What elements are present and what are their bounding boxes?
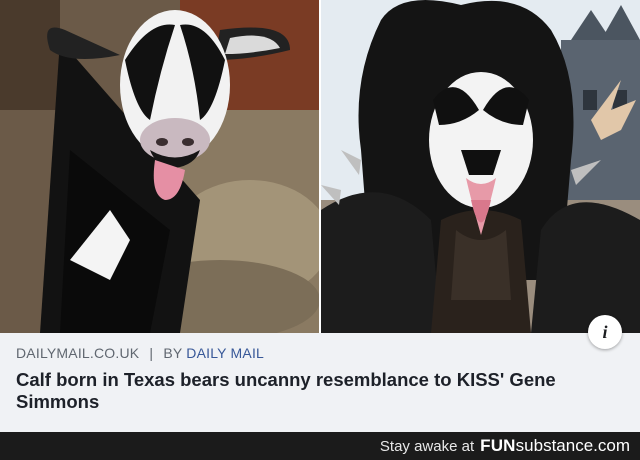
meta-separator: |: [149, 345, 154, 361]
watermark-bar: Stay awake at FUN substance.com: [0, 432, 640, 460]
gene-simmons-illustration: [321, 0, 640, 333]
watermark-brand-regular: substance.com: [515, 436, 630, 455]
info-button[interactable]: i: [588, 315, 622, 349]
author-link[interactable]: DAILY MAIL: [186, 345, 264, 361]
source-domain[interactable]: DAILYMAIL.CO.UK: [16, 345, 139, 361]
link-preview-card[interactable]: i DAILYMAIL.CO.UK | BY DAILY MAIL Calf b…: [0, 0, 640, 432]
preview-images[interactable]: [0, 0, 640, 333]
watermark-brand-bold: FUN: [480, 436, 516, 455]
link-meta: DAILYMAIL.CO.UK | BY DAILY MAIL: [16, 345, 264, 361]
article-headline[interactable]: Calf born in Texas bears uncanny resembl…: [16, 369, 616, 413]
byline-prefix: BY: [163, 345, 183, 361]
gene-simmons-photo[interactable]: [321, 0, 640, 333]
calf-illustration: [0, 0, 319, 333]
info-icon: i: [602, 322, 608, 342]
watermark-tagline: Stay awake at: [379, 437, 475, 455]
calf-photo[interactable]: [0, 0, 319, 333]
